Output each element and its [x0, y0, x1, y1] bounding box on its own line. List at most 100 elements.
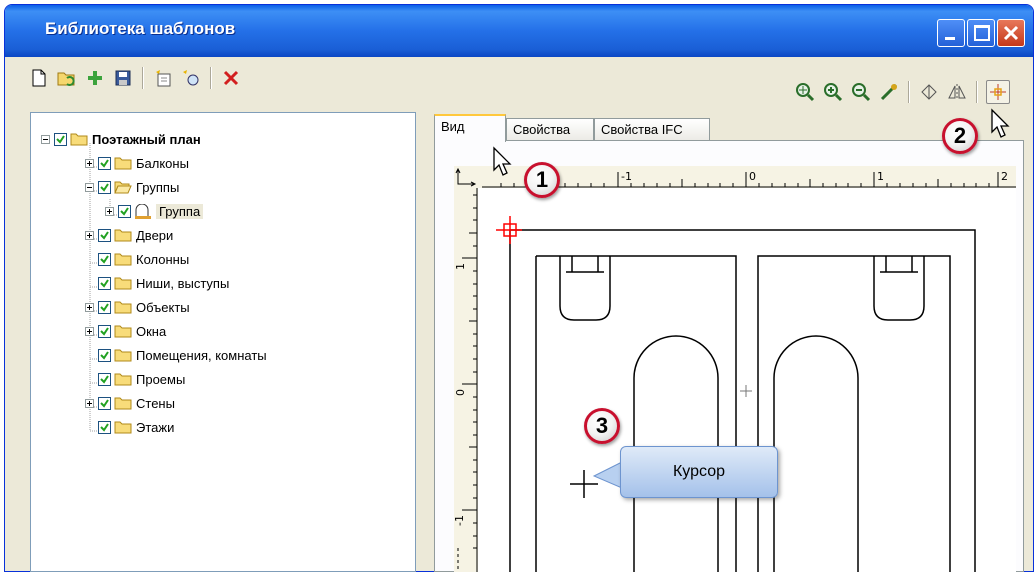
tree-item-label: Ниши, выступы: [136, 275, 230, 291]
checkbox[interactable]: [98, 396, 111, 410]
checkbox[interactable]: [98, 420, 111, 434]
checkbox[interactable]: [118, 204, 131, 218]
ruler-label: 0: [454, 389, 467, 396]
save-icon[interactable]: [112, 67, 134, 89]
tree-item-label: Группы: [136, 179, 180, 195]
zoom-extents-icon[interactable]: [794, 81, 816, 103]
tree-item-rooms[interactable]: Помещения, комнаты: [98, 345, 267, 365]
ruler-label: 1: [877, 170, 884, 183]
maximize-button[interactable]: [967, 19, 995, 47]
tree-item-walls[interactable]: Стены: [85, 393, 175, 413]
tree-item-label: Помещения, комнаты: [136, 347, 267, 363]
view-toolbar: [794, 80, 1010, 104]
folder-icon: [114, 276, 132, 290]
layer-tree: Поэтажный план Балконы Группы Группа Две…: [30, 112, 416, 572]
ruler-corner: [454, 166, 482, 188]
delete-icon[interactable]: [220, 67, 242, 89]
checkbox[interactable]: [98, 156, 111, 170]
folder-icon: [114, 420, 132, 434]
tree-item-floors[interactable]: Этажи: [98, 417, 174, 437]
checkbox[interactable]: [98, 348, 111, 362]
zoom-in-icon[interactable]: [822, 81, 844, 103]
new-subitem-icon[interactable]: [180, 67, 202, 89]
tab-ifc-properties[interactable]: Свойства IFC: [594, 118, 710, 140]
tree-item-label: Группа: [156, 203, 204, 219]
close-button[interactable]: [997, 19, 1025, 47]
group-icon: [134, 203, 152, 219]
tree-item-group[interactable]: Группа: [105, 201, 204, 221]
open-folder-icon[interactable]: [56, 67, 78, 89]
folder-icon: [114, 300, 132, 314]
tab-view[interactable]: Вид: [434, 114, 506, 142]
annotation-badge-3: 3: [584, 408, 620, 444]
tree-root[interactable]: Поэтажный план: [41, 129, 201, 149]
mirror-icon[interactable]: [946, 81, 968, 103]
tree-item-label: Этажи: [136, 419, 175, 435]
title-bar[interactable]: Библиотека шаблонов: [5, 5, 1033, 57]
checkbox[interactable]: [98, 372, 111, 386]
checkbox[interactable]: [98, 276, 111, 290]
folder-icon: [114, 324, 132, 338]
tree-item-windows[interactable]: Окна: [85, 321, 166, 341]
tree-item-niches[interactable]: Ниши, выступы: [98, 273, 229, 293]
minimize-button[interactable]: [937, 19, 965, 47]
ruler-label: 1: [454, 263, 467, 270]
tree-item-openings[interactable]: Проемы: [98, 369, 185, 389]
toolbar-separator: [210, 67, 212, 89]
checkbox[interactable]: [54, 132, 67, 146]
tree-item-label: Стены: [136, 395, 175, 411]
expand-toggle[interactable]: [85, 158, 94, 168]
zoom-out-icon[interactable]: [850, 81, 872, 103]
toolbar-separator: [976, 81, 978, 103]
ruler-label: -1: [452, 515, 466, 526]
folder-icon: [114, 156, 132, 170]
set-origin-icon[interactable]: [986, 80, 1010, 104]
tree-item-balconies[interactable]: Балконы: [85, 153, 189, 173]
add-icon[interactable]: [84, 67, 106, 89]
cursor-callout: Курсор: [620, 446, 778, 498]
folder-icon: [114, 372, 132, 386]
annotation-badge-1: 1: [524, 162, 560, 198]
window-title: Библиотека шаблонов: [45, 19, 236, 38]
tree-item-columns[interactable]: Колонны: [98, 249, 189, 269]
tree-root-label: Поэтажный план: [92, 131, 201, 147]
tree-item-label: Окна: [136, 323, 167, 339]
tree-item-label: Двери: [136, 227, 174, 243]
checkbox[interactable]: [98, 252, 111, 266]
drawing-canvas[interactable]: [478, 188, 1016, 572]
folder-open-icon: [114, 180, 132, 194]
pan-icon[interactable]: [878, 81, 900, 103]
annotation-badge-2: 2: [942, 118, 978, 154]
checkbox[interactable]: [98, 300, 111, 314]
expand-toggle[interactable]: [85, 398, 94, 408]
new-item-icon[interactable]: [152, 67, 174, 89]
floor-plan-drawing: [496, 216, 976, 572]
toolbar-separator: [908, 81, 910, 103]
rotate-icon[interactable]: [918, 81, 940, 103]
mouse-pointer-icon: [493, 146, 512, 176]
ruler-label: 0: [749, 170, 756, 183]
mouse-pointer-icon: [991, 108, 1010, 138]
checkbox[interactable]: [98, 180, 111, 194]
checkbox[interactable]: [98, 228, 111, 242]
expand-toggle[interactable]: [85, 230, 94, 240]
tree-item-groups[interactable]: Группы: [85, 177, 179, 197]
expand-toggle[interactable]: [85, 302, 94, 312]
new-document-icon[interactable]: [28, 67, 50, 89]
tree-item-label: Балконы: [136, 155, 189, 171]
tree-item-objects[interactable]: Объекты: [85, 297, 190, 317]
expand-toggle[interactable]: [105, 206, 114, 216]
folder-icon: [114, 228, 132, 242]
toolbar-separator: [142, 67, 144, 89]
axis-corner-icon: [455, 167, 477, 187]
tree-item-label: Объекты: [136, 299, 190, 315]
checkbox[interactable]: [98, 324, 111, 338]
expand-toggle[interactable]: [85, 326, 94, 336]
tab-properties[interactable]: Свойства: [506, 118, 594, 140]
folder-icon: [114, 348, 132, 362]
collapse-toggle[interactable]: [85, 182, 94, 192]
collapse-toggle[interactable]: [41, 134, 50, 144]
tree-item-label: Проемы: [136, 371, 186, 387]
tree-item-doors[interactable]: Двери: [85, 225, 173, 245]
folder-icon: [114, 252, 132, 266]
